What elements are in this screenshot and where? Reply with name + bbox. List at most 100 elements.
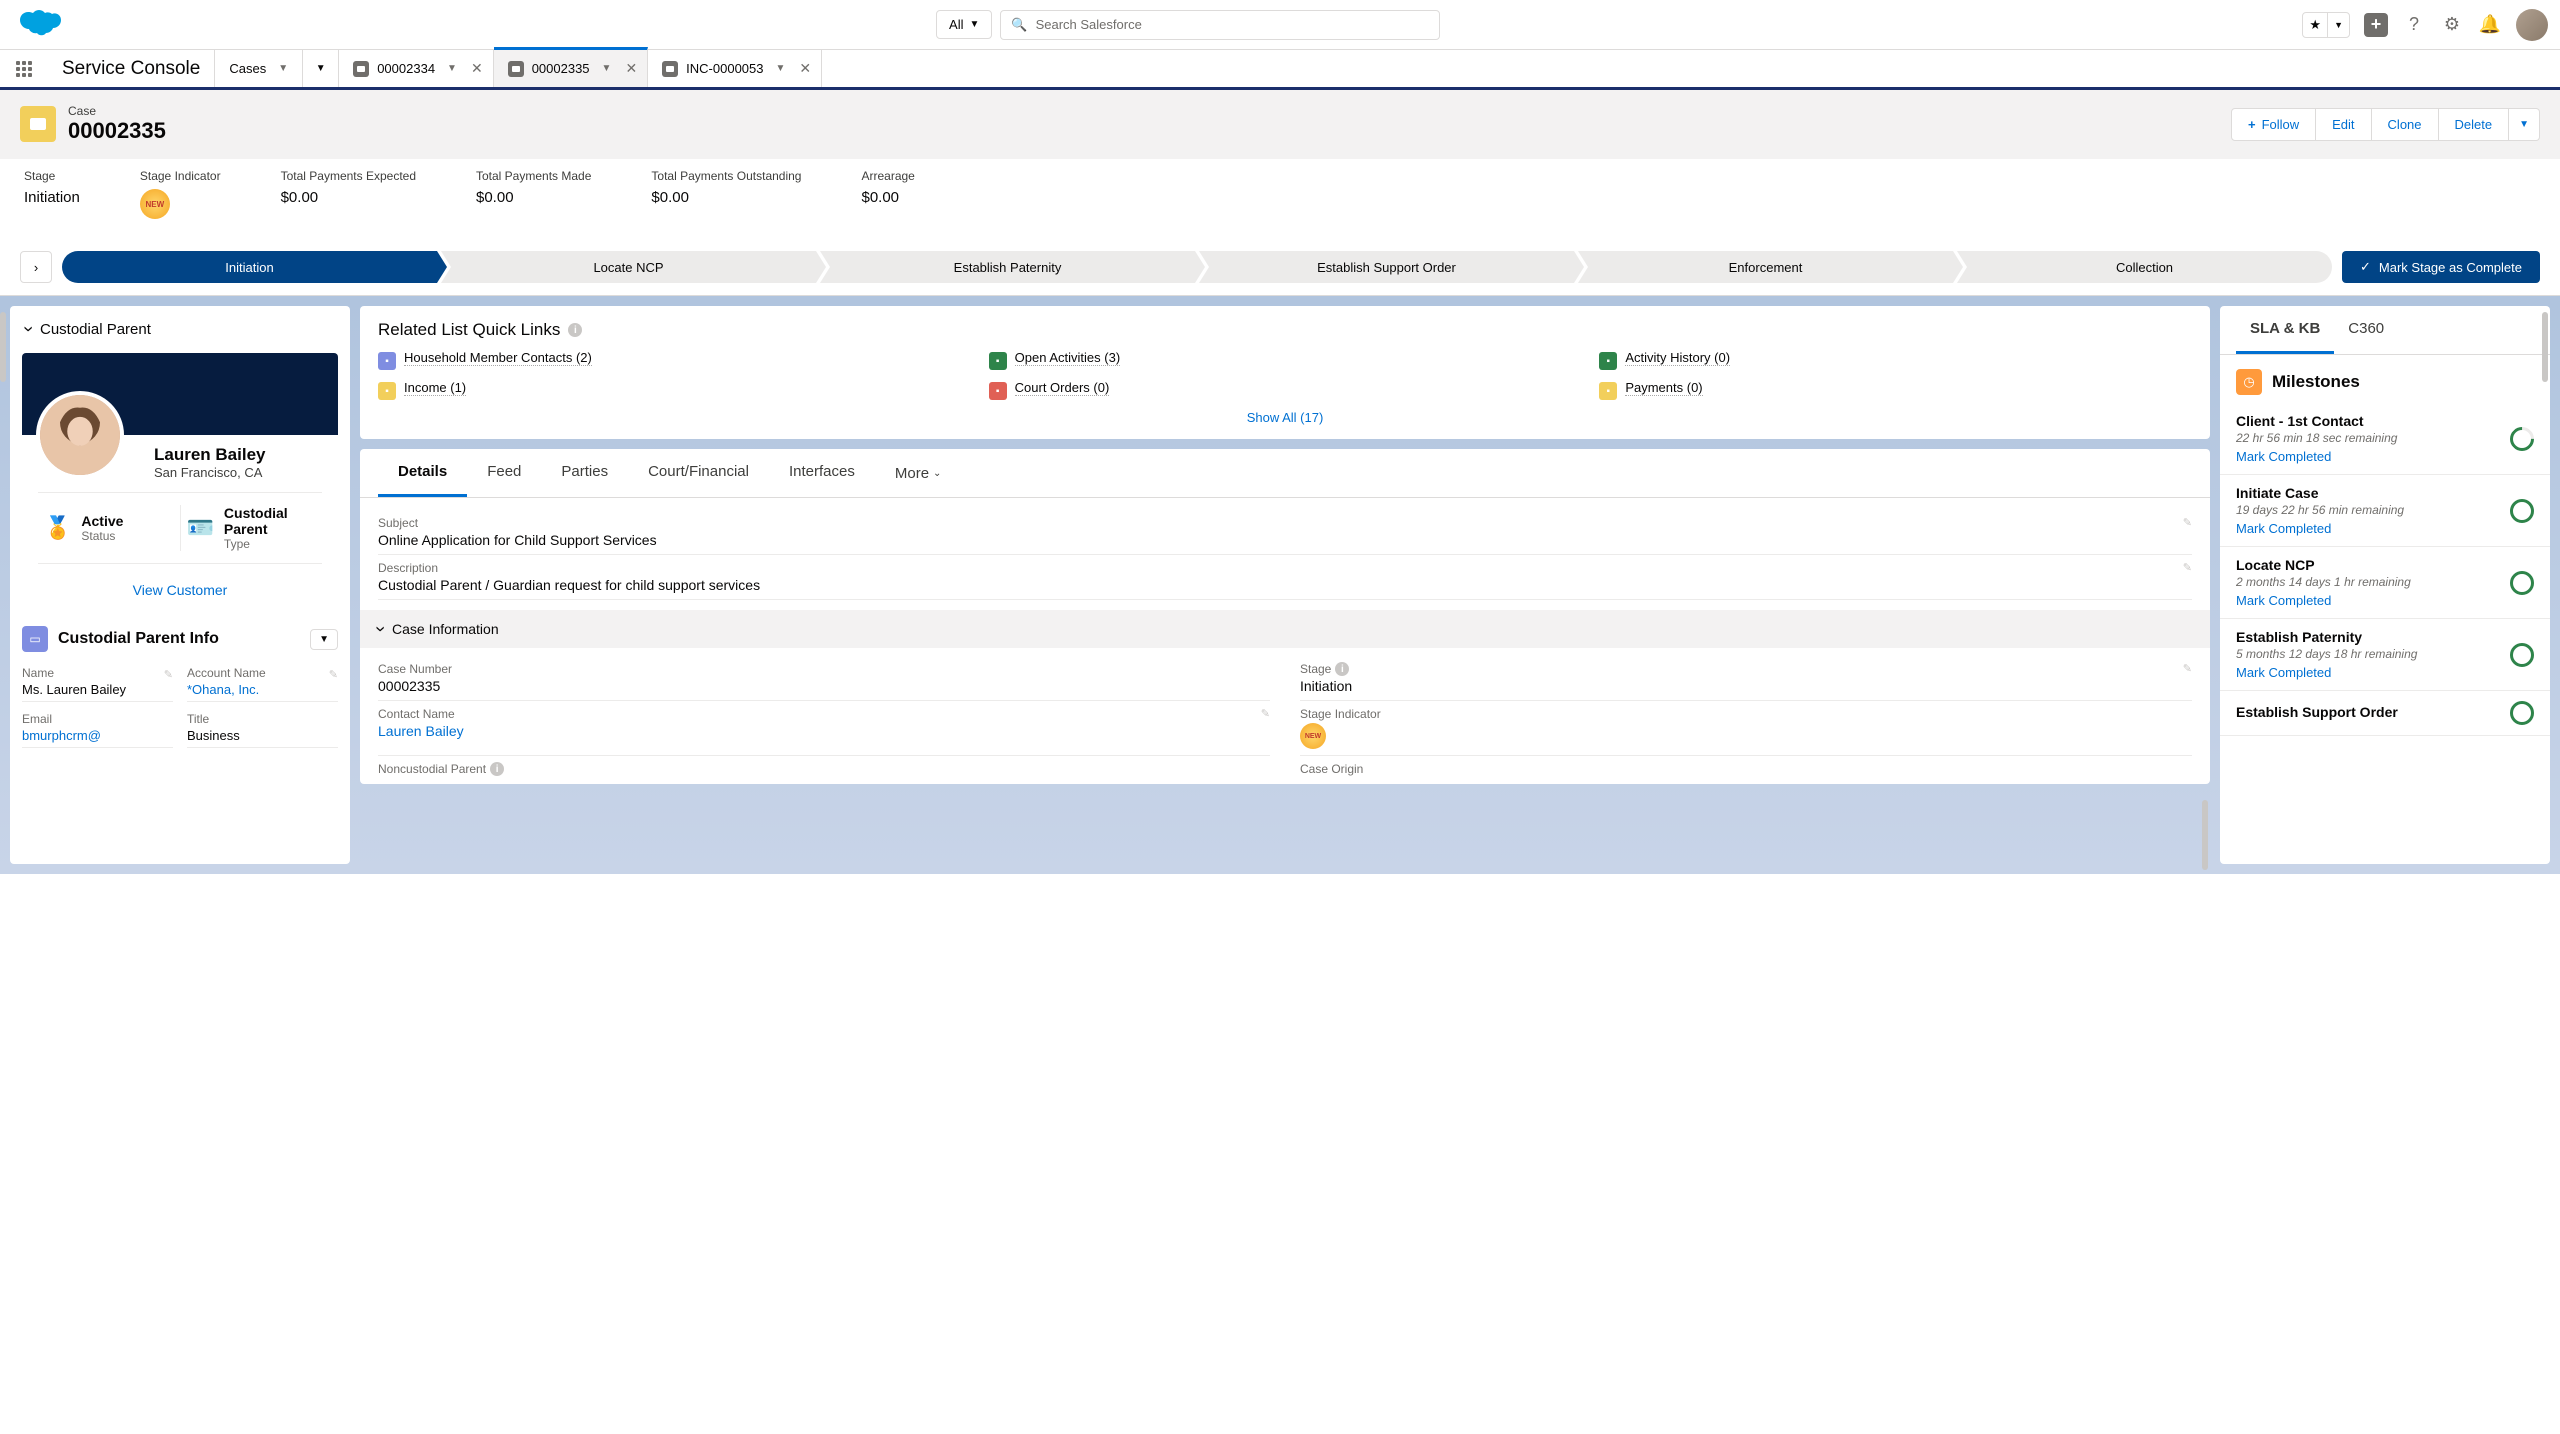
accordion-custodial-parent[interactable]: Custodial Parent: [10, 306, 350, 353]
global-create-icon[interactable]: +: [2364, 13, 2388, 37]
milestone-item: Client - 1st Contact22 hr 56 min 18 sec …: [2220, 403, 2550, 475]
field-case-number: Case Number00002335: [378, 656, 1270, 701]
quick-link[interactable]: ▪Open Activities (3): [989, 350, 1582, 370]
path-step[interactable]: Collection: [1957, 251, 2332, 283]
scrollbar[interactable]: [2202, 800, 2208, 870]
more-actions-button[interactable]: ▼: [2509, 108, 2540, 141]
path-step[interactable]: Locate NCP: [441, 251, 816, 283]
close-icon[interactable]: ✕: [625, 60, 637, 77]
search-input[interactable]: 🔍 Search Salesforce: [1000, 10, 1440, 40]
email-link[interactable]: bmurphcrm@: [22, 728, 173, 743]
quick-link-icon: ▪: [989, 382, 1007, 400]
contact-card-icon: ▭: [22, 626, 48, 652]
workspace-tab[interactable]: INC-0000053▼✕: [648, 50, 822, 87]
chevron-down-icon[interactable]: ▼: [776, 63, 786, 74]
edit-pencil-icon[interactable]: ✎: [2183, 662, 2192, 675]
related-list-quick-links: Related List Quick Linksi ▪Household Mem…: [360, 306, 2210, 439]
info-card-menu[interactable]: ▼: [310, 629, 338, 650]
record-header: Case 00002335 +Follow Edit Clone Delete …: [0, 90, 2560, 158]
page-body: Custodial Parent Lauren Bailey San Franc…: [0, 296, 2560, 874]
quick-link-icon: ▪: [1599, 382, 1617, 400]
chevron-down-icon[interactable]: ▼: [602, 63, 612, 74]
nav-item-more[interactable]: ▼: [303, 50, 339, 87]
chevron-down-icon[interactable]: ▼: [447, 63, 457, 74]
info-icon[interactable]: i: [568, 323, 582, 337]
path-step[interactable]: Establish Paternity: [820, 251, 1195, 283]
info-icon[interactable]: i: [490, 762, 504, 776]
quick-link-label: Payments (0): [1625, 380, 1702, 396]
quick-link[interactable]: ▪Household Member Contacts (2): [378, 350, 971, 370]
path-step[interactable]: Initiation: [62, 251, 437, 283]
chevron-down-icon: ▼: [319, 634, 329, 645]
account-link[interactable]: *Ohana, Inc.: [187, 682, 338, 697]
app-launcher-icon[interactable]: [0, 50, 48, 87]
tab-details[interactable]: Details: [378, 449, 467, 497]
chevron-down-icon: ▼: [278, 63, 288, 74]
nav-item-cases[interactable]: Cases▼: [215, 50, 303, 87]
quick-link[interactable]: ▪ Payments (0): [1599, 380, 2192, 400]
path-toggle-button[interactable]: ›: [20, 251, 52, 283]
quick-link-icon: ▪: [1599, 352, 1617, 370]
field-contact-name: Contact NameLauren Bailey✎: [378, 701, 1270, 756]
scrollbar[interactable]: [2542, 312, 2548, 382]
record-home: Case 00002335 +Follow Edit Clone Delete …: [0, 90, 2560, 296]
setup-gear-icon[interactable]: ⚙: [2440, 13, 2464, 37]
workspace-tab[interactable]: 00002335▼✕: [494, 47, 648, 87]
milestones-header: ◷ Milestones: [2220, 355, 2550, 403]
highlight-payments-expected: Total Payments Expected$0.00: [281, 169, 416, 219]
mark-completed-link[interactable]: Mark Completed: [2236, 593, 2500, 608]
edit-button[interactable]: Edit: [2316, 108, 2371, 141]
info-icon[interactable]: i: [1335, 662, 1349, 676]
close-icon[interactable]: ✕: [471, 60, 483, 77]
mark-completed-link[interactable]: Mark Completed: [2236, 449, 2500, 464]
edit-pencil-icon[interactable]: ✎: [329, 668, 338, 681]
quick-link[interactable]: ▪Court Orders (0): [989, 380, 1582, 400]
edit-pencil-icon[interactable]: ✎: [2183, 561, 2192, 574]
mark-stage-complete-button[interactable]: ✓Mark Stage as Complete: [2342, 251, 2540, 283]
field-stage: StageiInitiation✎: [1300, 656, 2192, 701]
workspace-tab[interactable]: 00002334▼✕: [339, 50, 493, 87]
tab-sla-kb[interactable]: SLA & KB: [2236, 306, 2334, 354]
milestone-name: Establish Support Order: [2236, 704, 2500, 720]
scrollbar[interactable]: [0, 312, 6, 382]
global-header: All ▼ 🔍 Search Salesforce ★▼ + ? ⚙ 🔔: [0, 0, 2560, 50]
edit-pencil-icon[interactable]: ✎: [164, 668, 173, 681]
edit-pencil-icon[interactable]: ✎: [2183, 516, 2192, 529]
quick-link[interactable]: ▪Income (1): [378, 380, 971, 400]
follow-button[interactable]: +Follow: [2231, 108, 2316, 141]
close-icon[interactable]: ✕: [799, 60, 811, 77]
contact-avatar: [36, 391, 124, 479]
quick-link-label: Activity History (0): [1625, 350, 1730, 366]
delete-button[interactable]: Delete: [2439, 108, 2510, 141]
tab-interfaces[interactable]: Interfaces: [769, 449, 875, 497]
case-icon: [508, 61, 524, 77]
tab-feed[interactable]: Feed: [467, 449, 541, 497]
mark-completed-link[interactable]: Mark Completed: [2236, 521, 2500, 536]
check-icon: ✓: [2360, 259, 2371, 275]
edit-pencil-icon[interactable]: ✎: [1261, 707, 1270, 720]
path-step[interactable]: Enforcement: [1578, 251, 1953, 283]
field-noncustodial-parent: Noncustodial Parenti: [378, 756, 1270, 784]
clone-button[interactable]: Clone: [2372, 108, 2439, 141]
user-avatar[interactable]: [2516, 9, 2548, 41]
favorites-button[interactable]: ★▼: [2302, 12, 2350, 38]
search-scope-dropdown[interactable]: All ▼: [936, 10, 992, 39]
salesforce-logo-icon: [12, 7, 64, 43]
view-customer-link[interactable]: View Customer: [38, 564, 322, 616]
section-case-information[interactable]: Case Information: [360, 610, 2210, 648]
right-tabset: SLA & KB C360: [2220, 306, 2550, 355]
progress-ring-icon: [2510, 701, 2534, 725]
mark-completed-link[interactable]: Mark Completed: [2236, 665, 2500, 680]
tab-parties[interactable]: Parties: [541, 449, 628, 497]
milestone-remaining: 22 hr 56 min 18 sec remaining: [2236, 431, 2500, 445]
tab-c360[interactable]: C360: [2334, 306, 2398, 354]
quick-link[interactable]: ▪ Activity History (0): [1599, 350, 2192, 370]
notifications-bell-icon[interactable]: 🔔: [2478, 13, 2502, 37]
tab-more[interactable]: More⌄: [875, 449, 962, 497]
contact-link[interactable]: Lauren Bailey: [378, 723, 1270, 739]
milestone-name: Establish Paternity: [2236, 629, 2500, 645]
path-step[interactable]: Establish Support Order: [1199, 251, 1574, 283]
tab-courtfinancial[interactable]: Court/Financial: [628, 449, 769, 497]
show-all-link[interactable]: Show All (17): [378, 400, 2192, 425]
help-icon[interactable]: ?: [2402, 13, 2426, 37]
